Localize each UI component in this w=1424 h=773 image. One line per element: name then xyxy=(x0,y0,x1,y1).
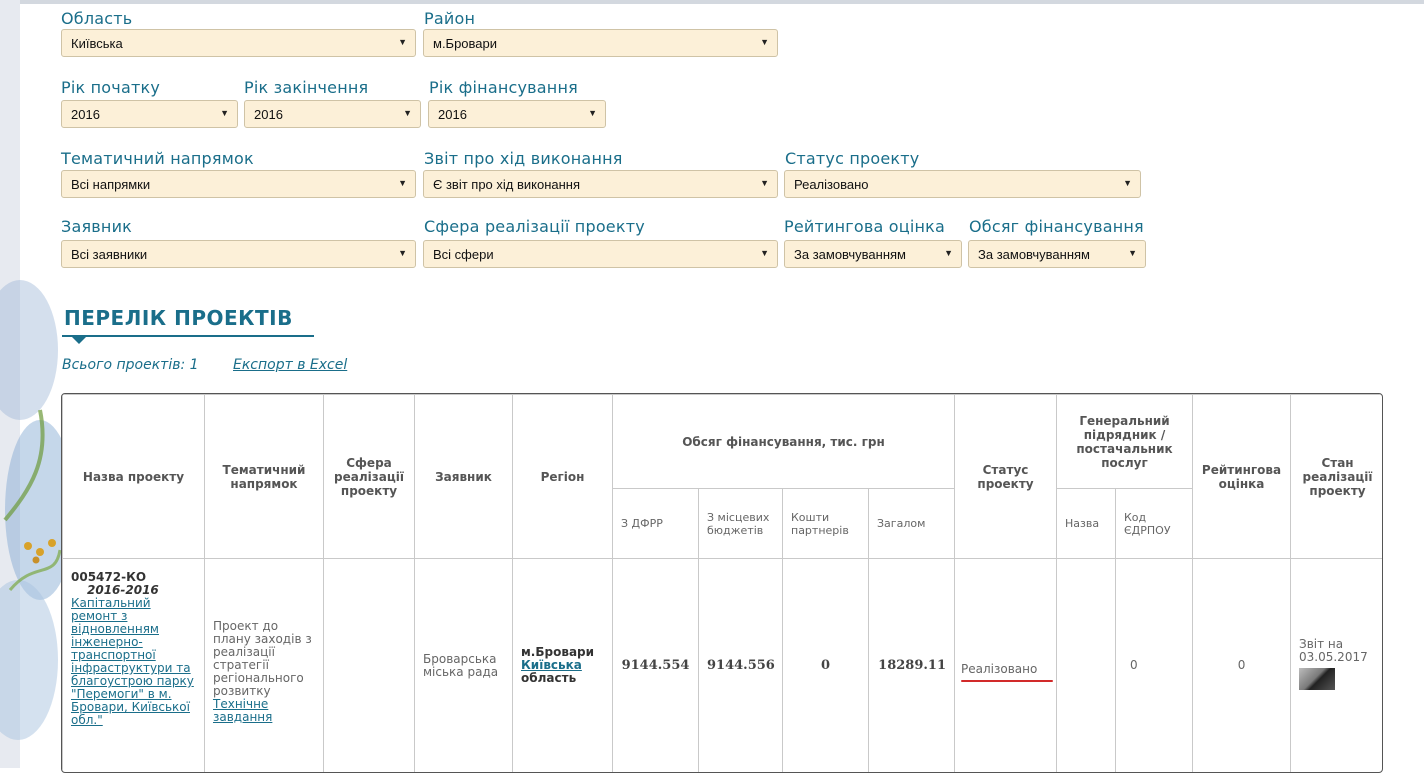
cell-project-name: 005472-КО 2016-2016 Капітальний ремонт з… xyxy=(62,558,205,772)
project-direction: Проект до плану заходів з реалізації стр… xyxy=(213,618,312,698)
title-pointer-icon xyxy=(72,337,86,344)
state-report-link[interactable]: Звіт на 03.05.2017 xyxy=(1299,637,1368,664)
header-local[interactable]: З місцевих бюджетів xyxy=(698,488,783,559)
cell-partners: 0 xyxy=(782,558,869,772)
select-report-value: Є звіт про хід виконання xyxy=(433,177,581,192)
select-oblast-value: Київська xyxy=(71,36,123,51)
dropdown-arrow-icon: ▼ xyxy=(1123,178,1132,188)
header-contractor-code[interactable]: Код ЄДРПОУ xyxy=(1114,488,1194,559)
select-sphere-value: Всі сфери xyxy=(433,247,494,262)
cell-dfrr: 9144.554 xyxy=(612,558,699,772)
dropdown-arrow-icon: ▼ xyxy=(944,248,953,258)
label-oblast: Область xyxy=(61,9,133,28)
select-volume[interactable]: За замовчуванням ▼ xyxy=(968,240,1146,268)
dropdown-arrow-icon: ▼ xyxy=(220,108,229,118)
label-fin-year: Рік фінансування xyxy=(429,78,578,97)
cell-contractor-name xyxy=(1056,558,1116,772)
label-start-year: Рік початку xyxy=(61,78,161,97)
page-title: ПЕРЕЛІК ПРОЕКТІВ xyxy=(64,306,293,330)
header-partners[interactable]: Кошти партнерів xyxy=(782,488,869,559)
select-start-year-value: 2016 xyxy=(71,107,100,122)
report-thumbnail-icon[interactable] xyxy=(1299,668,1336,690)
label-report: Звіт про хід виконання xyxy=(424,149,623,168)
dropdown-arrow-icon: ▼ xyxy=(760,178,769,188)
header-direction[interactable]: Тематичний напрямок xyxy=(204,394,324,559)
select-direction-value: Всі напрямки xyxy=(71,177,151,192)
select-status-value: Реалізовано xyxy=(794,177,869,192)
label-status: Статус проекту xyxy=(785,149,920,168)
label-volume: Обсяг фінансування xyxy=(969,217,1144,236)
dropdown-arrow-icon: ▼ xyxy=(760,248,769,258)
header-contractor: Генеральний підрядник / постачальник пос… xyxy=(1055,394,1194,489)
select-rating[interactable]: За замовчуванням ▼ xyxy=(784,240,962,268)
header-state[interactable]: Стан реалізації проекту xyxy=(1290,394,1382,559)
tech-task-link[interactable]: Технічне завдання xyxy=(213,697,272,724)
dropdown-arrow-icon: ▼ xyxy=(403,108,412,118)
dropdown-arrow-icon: ▼ xyxy=(1128,248,1137,258)
cell-local: 9144.556 xyxy=(698,558,783,772)
projects-summary: Всього проектів: 1 Експорт в Excel xyxy=(62,357,347,373)
select-fin-year[interactable]: 2016 ▼ xyxy=(428,100,606,128)
header-total[interactable]: Загалом xyxy=(868,488,955,559)
dropdown-arrow-icon: ▼ xyxy=(398,178,407,188)
label-end-year: Рік закінчення xyxy=(244,78,369,97)
cell-region: м.Бровари Київська область xyxy=(512,558,613,772)
select-rayon[interactable]: м.Бровари ▼ xyxy=(423,29,778,57)
label-sphere: Сфера реалізації проекту xyxy=(424,217,645,236)
projects-table: Назва проекту Тематичний напрямок Сфера … xyxy=(61,393,1383,773)
cell-direction: Проект до плану заходів з реалізації стр… xyxy=(204,558,324,772)
region-oblast-link[interactable]: Київська xyxy=(521,658,582,672)
label-direction: Тематичний напрямок xyxy=(61,149,254,168)
select-start-year[interactable]: 2016 ▼ xyxy=(61,100,238,128)
label-applicant: Заявник xyxy=(61,217,133,236)
cell-applicant: Броварська міська рада xyxy=(414,558,513,772)
project-name-link[interactable]: Капітальний ремонт з відновленням інжене… xyxy=(71,596,194,727)
region-oblast-suffix: область xyxy=(521,671,577,685)
select-applicant-value: Всі заявники xyxy=(71,247,148,262)
select-rating-value: За замовчуванням xyxy=(794,247,906,262)
title-underline xyxy=(62,335,314,337)
select-end-year[interactable]: 2016 ▼ xyxy=(244,100,421,128)
header-dfrr[interactable]: З ДФРР xyxy=(612,488,699,559)
select-status[interactable]: Реалізовано ▼ xyxy=(784,170,1141,198)
cell-contractor-code: 0 xyxy=(1114,558,1194,772)
cell-total: 18289.11 xyxy=(868,558,955,772)
select-volume-value: За замовчуванням xyxy=(978,247,1090,262)
header-applicant[interactable]: Заявник xyxy=(414,394,513,559)
header-sphere[interactable]: Сфера реалізації проекту xyxy=(323,394,415,559)
select-fin-year-value: 2016 xyxy=(438,107,467,122)
cell-sphere xyxy=(323,558,415,772)
project-status: Реалізовано xyxy=(961,662,1038,676)
header-region[interactable]: Регіон xyxy=(512,394,613,559)
dropdown-arrow-icon: ▼ xyxy=(588,108,597,118)
top-border xyxy=(0,0,1424,4)
table-row: 005472-КО 2016-2016 Капітальний ремонт з… xyxy=(62,558,1382,772)
export-excel-link[interactable]: Експорт в Excel xyxy=(233,357,347,373)
cell-rating: 0 xyxy=(1192,558,1292,772)
header-rating[interactable]: Рейтингова оцінка xyxy=(1192,394,1292,559)
dropdown-arrow-icon: ▼ xyxy=(398,248,407,258)
label-rayon: Район xyxy=(424,9,476,28)
select-end-year-value: 2016 xyxy=(254,107,283,122)
select-oblast[interactable]: Київська ▼ xyxy=(61,29,416,57)
header-status[interactable]: Статус проекту xyxy=(954,394,1057,559)
header-name[interactable]: Назва проекту xyxy=(62,394,205,559)
select-rayon-value: м.Бровари xyxy=(433,36,498,51)
header-contractor-name[interactable]: Назва xyxy=(1056,488,1116,559)
header-funding: Обсяг фінансування, тис. грн xyxy=(612,394,955,489)
dropdown-arrow-icon: ▼ xyxy=(398,37,407,47)
select-sphere[interactable]: Всі сфери ▼ xyxy=(423,240,778,268)
total-projects: Всього проектів: 1 xyxy=(62,357,199,373)
select-report[interactable]: Є звіт про хід виконання ▼ xyxy=(423,170,778,198)
cell-state: Звіт на 03.05.2017 xyxy=(1290,558,1382,772)
select-direction[interactable]: Всі напрямки ▼ xyxy=(61,170,416,198)
cell-status: Реалізовано xyxy=(954,558,1057,772)
label-rating: Рейтингова оцінка xyxy=(784,217,946,236)
dropdown-arrow-icon: ▼ xyxy=(760,37,769,47)
select-applicant[interactable]: Всі заявники ▼ xyxy=(61,240,416,268)
status-red-underline xyxy=(961,680,1053,682)
